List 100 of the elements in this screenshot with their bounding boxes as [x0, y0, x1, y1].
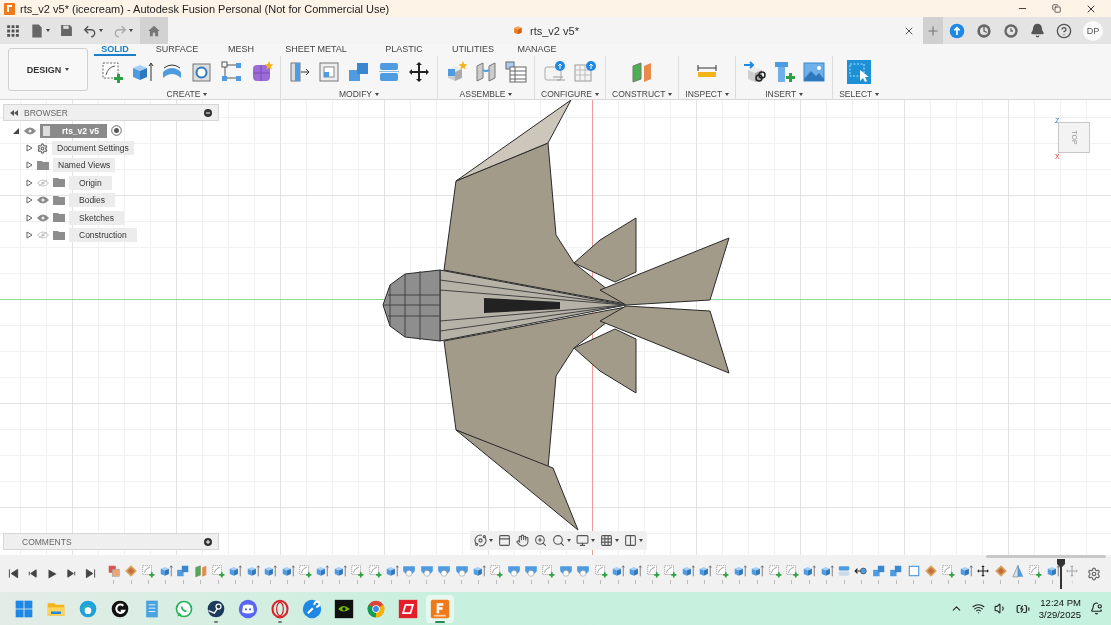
add-comment-icon[interactable] — [204, 537, 212, 546]
collapse-panel-icon[interactable] — [10, 109, 18, 116]
expand-arrow-icon[interactable] — [25, 231, 33, 240]
chat-bubble-icon[interactable] — [174, 598, 194, 619]
wifi-icon[interactable] — [971, 602, 985, 615]
combine-icon[interactable] — [176, 563, 191, 578]
caret-icon[interactable] — [129, 29, 133, 32]
caret-icon[interactable] — [489, 539, 493, 542]
document-tab[interactable]: rts_v2 v5* — [530, 24, 579, 37]
ribbon-tab[interactable]: MANAGE — [506, 44, 568, 56]
sketch-icon[interactable] — [211, 563, 226, 578]
select-icon[interactable] — [847, 60, 872, 84]
tool-group-menu[interactable]: SELECT — [839, 89, 880, 99]
ribbon-tab[interactable]: MESH — [218, 44, 264, 56]
parallelogram-app-icon[interactable] — [398, 598, 418, 619]
play-icon[interactable] — [46, 567, 58, 580]
windows-icon[interactable] — [14, 598, 34, 619]
ribbon-tab[interactable]: SOLID — [94, 44, 136, 56]
component-icon[interactable] — [106, 563, 121, 578]
canvas-icon[interactable] — [124, 563, 139, 578]
tool-group-menu[interactable]: INSPECT — [685, 89, 730, 99]
ribbon-tab[interactable]: UTILITIES — [440, 44, 506, 56]
expand-arrow-icon[interactable] — [25, 196, 33, 205]
triangle-icon[interactable] — [1011, 563, 1025, 578]
tool-group-menu[interactable]: INSERT — [765, 89, 804, 99]
chrome-icon[interactable] — [366, 598, 386, 619]
skip-to-end-icon[interactable] — [85, 568, 96, 579]
sketch-icon[interactable] — [350, 563, 365, 578]
help-icon[interactable] — [1056, 22, 1072, 39]
loft-icon[interactable] — [576, 563, 591, 578]
loft-icon[interactable] — [524, 563, 539, 578]
sketch-icon[interactable] — [367, 563, 382, 578]
settings-icon[interactable] — [1087, 566, 1101, 581]
loft-icon[interactable] — [558, 563, 573, 578]
press-pull-icon[interactable] — [287, 60, 311, 84]
file-icon[interactable] — [30, 23, 44, 38]
save-icon[interactable] — [60, 24, 73, 37]
sketch-icon[interactable] — [784, 563, 799, 578]
move-icon[interactable] — [976, 563, 991, 578]
tree-item[interactable]: Bodies — [69, 193, 115, 208]
fusion-icon[interactable] — [430, 598, 450, 619]
clock[interactable]: 12:24 PM 3/29/2025 — [1038, 596, 1081, 621]
tree-item[interactable]: Origin — [69, 175, 112, 190]
step-back-icon[interactable] — [27, 568, 38, 579]
tree-item[interactable]: Sketches — [69, 210, 124, 225]
user-avatar[interactable]: DP — [1083, 20, 1103, 41]
pattern-icon[interactable] — [220, 60, 244, 84]
tool-group-menu[interactable]: MODIFY — [338, 89, 380, 99]
expand-arrow-icon[interactable] — [25, 144, 33, 153]
notifications-icon[interactable] — [1030, 23, 1045, 38]
square-icon[interactable] — [906, 563, 921, 578]
ribbon-tab[interactable]: PLASTIC — [368, 44, 440, 56]
loft-icon[interactable] — [506, 563, 521, 578]
expand-arrow-icon[interactable] — [25, 178, 33, 187]
undo-icon[interactable] — [83, 23, 97, 38]
skip-to-start-icon[interactable] — [8, 568, 19, 579]
tree-item[interactable]: Document Settings — [52, 141, 134, 156]
loft-icon[interactable] — [437, 563, 452, 578]
tree-item[interactable]: Named Views — [53, 158, 116, 173]
parameters-icon[interactable] — [543, 60, 567, 84]
sketch-icon[interactable] — [541, 563, 556, 578]
step-forward-icon[interactable] — [66, 568, 77, 579]
ghub-icon[interactable] — [110, 598, 130, 619]
notification-icon[interactable] — [1090, 602, 1103, 615]
configuration-table-icon[interactable] — [573, 60, 597, 84]
hole-icon[interactable] — [190, 60, 214, 84]
volume-icon[interactable] — [993, 602, 1007, 615]
orbit-icon[interactable] — [474, 534, 487, 547]
tree-item[interactable]: Construction — [69, 228, 137, 243]
home-icon[interactable] — [147, 23, 161, 38]
table-icon[interactable] — [504, 60, 528, 84]
restore-icon[interactable] — [1052, 4, 1061, 13]
caret-icon[interactable] — [615, 539, 619, 542]
sketch-icon[interactable] — [100, 60, 124, 84]
loft-icon[interactable] — [402, 563, 417, 578]
move-icon[interactable] — [407, 60, 431, 84]
display-icon[interactable] — [576, 534, 589, 547]
eye-icon[interactable] — [37, 213, 49, 222]
combine-icon[interactable] — [347, 60, 371, 84]
sketch-icon[interactable] — [941, 563, 956, 578]
expand-arrow-icon[interactable] — [25, 213, 33, 222]
caret-icon[interactable] — [46, 29, 50, 32]
radio-icon[interactable] — [110, 125, 122, 137]
caret-icon[interactable] — [639, 539, 643, 542]
ring-icon[interactable] — [270, 598, 290, 619]
collapse-arrow-icon[interactable] — [12, 126, 20, 135]
wrench-icon[interactable] — [302, 598, 322, 619]
tool-group-menu[interactable]: CREATE — [166, 89, 208, 99]
sketch-icon[interactable] — [767, 563, 782, 578]
close-tab-icon[interactable] — [903, 25, 915, 37]
caret-icon[interactable] — [591, 539, 595, 542]
form-icon[interactable] — [250, 60, 274, 84]
joint-icon[interactable] — [474, 60, 498, 84]
layers-icon[interactable] — [377, 60, 401, 84]
bolt-plus-icon[interactable] — [772, 60, 797, 84]
sketch-icon[interactable] — [663, 563, 678, 578]
sketch-icon[interactable] — [593, 563, 608, 578]
eye-icon[interactable] — [24, 126, 36, 135]
steam-icon[interactable] — [206, 598, 226, 619]
sketch-icon[interactable] — [489, 563, 504, 578]
